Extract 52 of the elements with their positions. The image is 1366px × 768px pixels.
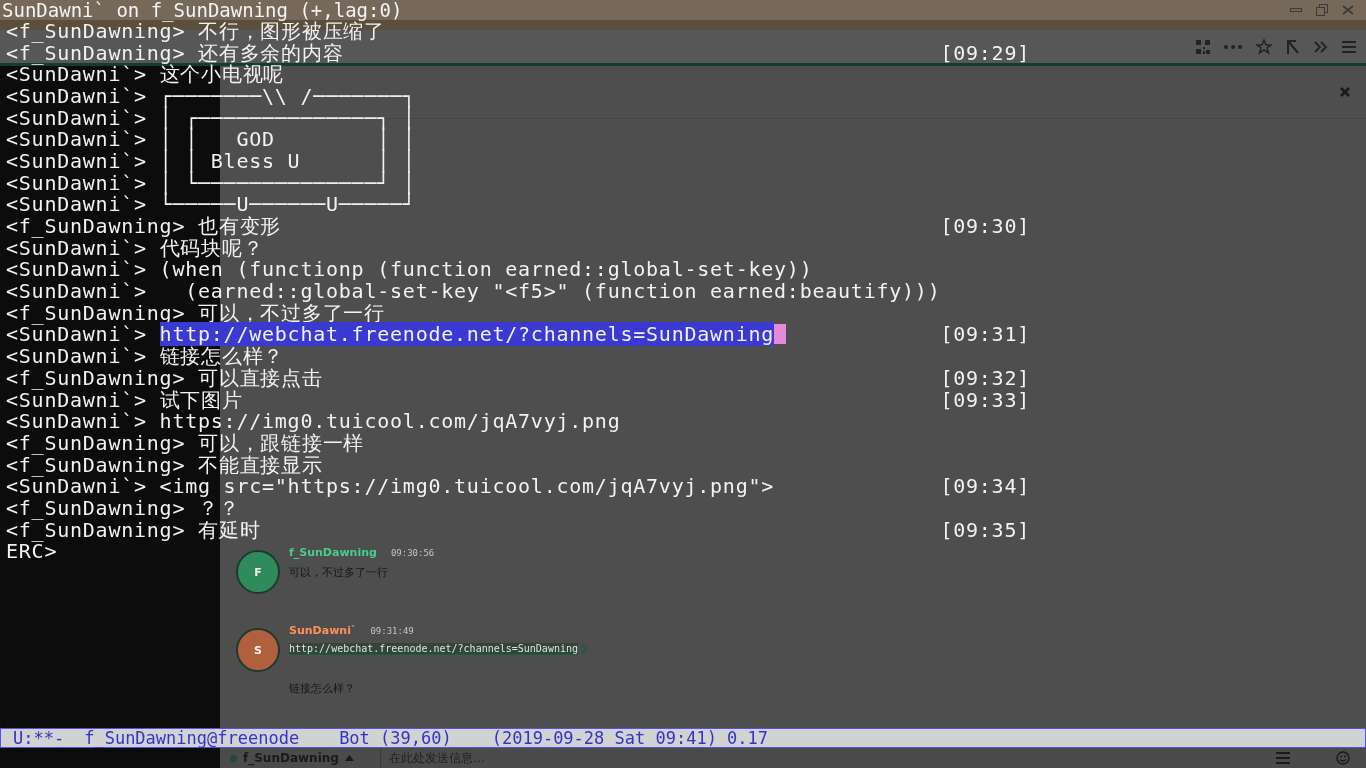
text-cursor [774,324,787,345]
mode-name: Bot (39,60) [339,728,452,748]
caret-icon[interactable] [344,755,354,761]
chat-nick: <SunDawni`> [6,192,147,217]
prompt: ERC> [6,539,58,564]
chat-message: (when (functionp (function earned::global-set-key)) [159,257,813,282]
date-time: (2019-09-28 Sat 09:41) 0.17 [491,728,769,748]
arrow-icon[interactable] [1286,38,1300,55]
chat-nick: <SunDawni`> [6,170,147,195]
chat-message: 也有变形 [198,214,282,239]
chat-message: └─────U──────U─────┘ [159,192,416,217]
minimize-icon[interactable] [1290,8,1302,12]
avatar: F [236,550,280,594]
message-time: 09:30:56 [390,548,435,558]
menu-icon[interactable] [1342,40,1356,53]
restore-icon[interactable] [1316,4,1328,16]
status-dot-icon [230,754,237,762]
timestamp: [09:35] [940,517,1030,542]
qr-code-icon[interactable] [1196,39,1210,54]
menu-icon[interactable] [1276,752,1290,764]
window-title: SunDawni` on f_SunDawning (+,lag:0) [1,0,403,20]
more-icon[interactable] [1224,44,1242,49]
timestamp: [09:34] [940,474,1030,499]
message-link[interactable]: http://webchat.freenode.net/?channels=SunDawning [289,643,578,655]
timestamp: [09:32] [940,365,1030,390]
nickname[interactable]: SunDawni` [289,624,357,637]
chat-nick: <f_SunDawning> [6,18,186,43]
buffer-status: U:**- [13,728,65,748]
timestamp: [09:31] [940,322,1030,347]
message-time: 09:31:49 [370,626,414,636]
chevrons-icon[interactable] [1314,40,1328,53]
chat-nick: <SunDawni`> [6,387,147,412]
nickname[interactable]: f_SunDawning [289,546,377,559]
chat-message: 不能直接显示 [198,452,323,477]
close-icon[interactable] [1340,87,1350,97]
timestamp: [09:30] [940,214,1030,239]
timestamp: [09:33] [940,387,1030,412]
chat-message: 有延时 [198,517,261,542]
chat-nick: <SunDawni`> [6,257,147,282]
avatar: S [236,628,280,672]
chat-message: ┌───────\\ /───────┐ [159,83,416,108]
chat-nick: <SunDawni`> [6,105,147,130]
close-icon[interactable] [1342,5,1354,15]
chat-nick: <SunDawni`> [6,322,147,347]
buffer-name: f_SunDawning@freenode [84,728,300,748]
chat-message: 还有多余的内容 [198,40,344,65]
smiley-icon[interactable] [1336,751,1350,765]
star-icon[interactable] [1256,38,1272,55]
timestamp: [09:29] [940,40,1030,65]
chat-message: (earned::global-set-key "<f5>" (function earned:beautify))) [184,279,941,304]
chevron-icon [581,644,588,654]
chat-message: http://webchat.freenode.net/?channels=SunDawning [159,322,775,347]
